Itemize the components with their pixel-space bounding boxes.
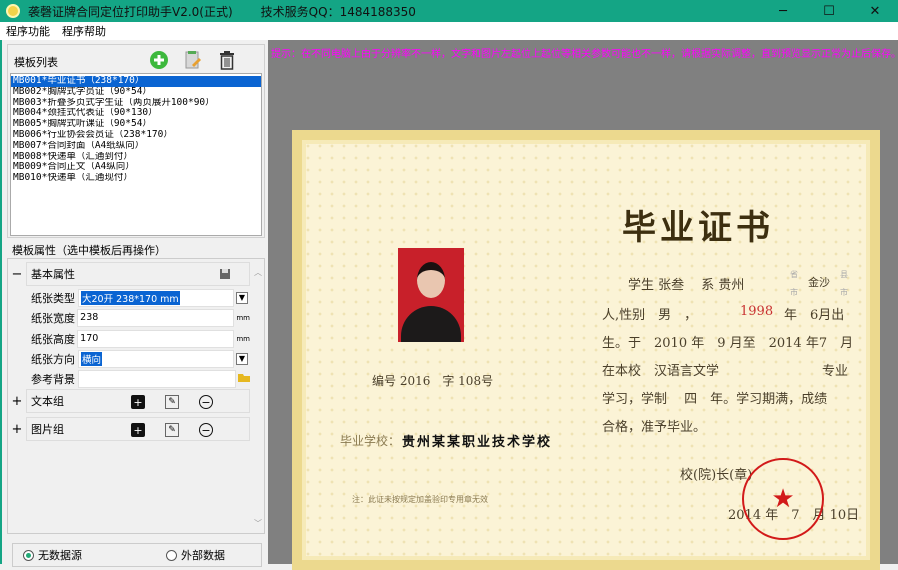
cert-number: 编号 2016 字 108号 <box>372 374 494 388</box>
paper-height-input[interactable]: 170 <box>77 329 235 348</box>
template-list-label: 模板列表 <box>14 56 58 69</box>
properties-label: 模板属性（选中模板后再操作） <box>12 244 166 257</box>
paper-type-value: 大20开 238*170 mm <box>81 290 180 305</box>
maximize-button[interactable]: ☐ <box>806 0 852 22</box>
cert-school-label: 毕业学校： <box>340 434 401 448</box>
cert-line1: 学生 张叁 系 贵州 <box>628 278 745 293</box>
cert-line3: 生。于 2010 年 9 月至 2014 年7 月 <box>602 336 854 351</box>
property-grid: − 基本属性 纸张类型 大20开 238*170 mm ▼ 纸张宽度 238 mm 纸张… <box>7 258 265 534</box>
orientation-label: 纸张方向 <box>31 352 75 366</box>
template-listbox[interactable]: MB001*毕业证书（238*170） MB002*胸牌式学员证（90*54） MB… <box>10 73 262 236</box>
left-panel: 模板列表 MB001*毕业证书（238*170） MB002*胸牌式学员证（90*… <box>0 40 268 567</box>
cert-xian: 县 市 <box>840 270 848 297</box>
background-label: 参考背景 <box>31 372 75 386</box>
chevron-down-icon[interactable]: ▼ <box>236 291 248 304</box>
paper-type-select[interactable]: 大20开 238*170 mm <box>78 288 234 307</box>
seal-stamp: ★ <box>742 458 824 540</box>
app-icon <box>6 4 20 18</box>
template-list-item[interactable]: MB006*行业协会会员证（238*170） <box>11 130 261 141</box>
template-list-item[interactable]: MB008*快递单（汇通到付） <box>11 152 261 163</box>
background-row: 参考背景 <box>26 369 250 388</box>
background-input[interactable] <box>77 369 236 388</box>
radio-label: 外部数据 <box>181 549 225 562</box>
title-bar: 袭磬证牌合同定位打印助手V2.0(正式) 技术服务QQ：1484188350 ─… <box>0 0 898 22</box>
save-icon[interactable] <box>219 268 231 283</box>
paper-width-input[interactable]: 238 <box>77 308 235 327</box>
minimize-button[interactable]: ─ <box>760 0 806 22</box>
stamp-star: ★ <box>771 484 795 514</box>
remove-icon[interactable]: − <box>199 395 213 409</box>
basic-properties-section[interactable]: − 基本属性 <box>8 262 250 286</box>
student-photo <box>398 248 464 342</box>
unit-label: mm <box>236 334 250 343</box>
orientation-value: 横向 <box>81 351 103 366</box>
delete-template-icon[interactable] <box>216 49 238 71</box>
menu-bar: 程序功能 程序帮助 <box>0 22 898 40</box>
template-list-item[interactable]: MB002*胸牌式学员证（90*54） <box>11 87 261 98</box>
cert-school: 贵州某某职业技术学校 <box>402 435 553 450</box>
certificate-title: 毕业证书 <box>622 208 774 248</box>
paper-height-row: 纸张高度 170 mm <box>26 329 250 348</box>
remove-icon[interactable]: − <box>199 423 213 437</box>
cert-line2b: 年 6月出 <box>784 308 845 323</box>
template-list-group: 模板列表 MB001*毕业证书（238*170） MB002*胸牌式学员证（90*… <box>7 44 265 238</box>
unit-label: mm <box>236 313 250 322</box>
radio-label: 无数据源 <box>38 549 82 562</box>
tip-text: 提示：在不同电脑上由于分辨率不一样，文字和图片左起位上起位等相关参数可能也不一样… <box>271 49 898 60</box>
image-group-title: 图片组 <box>31 423 64 436</box>
template-list-item[interactable]: MB009*合同正文（A4纵向） <box>11 162 261 173</box>
menu-program-help[interactable]: 程序帮助 <box>56 23 112 39</box>
paper-type-row: 纸张类型 大20开 238*170 mm ▼ <box>26 288 250 307</box>
preview-area: 提示：在不同电脑上由于分辨率不一样，文字和图片左起位上起位等相关参数可能也不一样… <box>268 40 898 570</box>
text-group-section[interactable]: + 文本组 + ✎ − <box>8 389 250 413</box>
cert-county: 金沙 <box>808 276 830 289</box>
template-list-item[interactable]: MB005*胸牌式听课证（90*54） <box>11 119 261 130</box>
template-list-item[interactable]: MB010*快递单（汇通现付） <box>11 173 261 184</box>
cert-birth-year: 1998 <box>740 304 774 319</box>
add-icon[interactable]: + <box>131 395 145 409</box>
paper-width-row: 纸张宽度 238 mm <box>26 308 250 327</box>
edit-icon[interactable]: ✎ <box>165 395 179 409</box>
add-template-icon[interactable] <box>148 49 170 71</box>
template-list-item[interactable]: MB003*折叠多页式学生证（两页展开100*90） <box>11 98 261 109</box>
close-button[interactable]: ✕ <box>852 0 898 22</box>
image-group-section[interactable]: + 图片组 + ✎ − <box>8 417 250 441</box>
chevron-down-icon[interactable]: ▼ <box>236 352 248 365</box>
paper-type-label: 纸张类型 <box>31 291 75 305</box>
edit-icon[interactable]: ✎ <box>165 423 179 437</box>
template-list-item[interactable]: MB007*合同封面（A4纸纵向） <box>11 141 261 152</box>
expand-icon[interactable]: + <box>8 422 26 437</box>
text-group-title: 文本组 <box>31 395 64 408</box>
support-qq: 技术服务QQ：1484188350 <box>260 4 416 19</box>
add-icon[interactable]: + <box>131 423 145 437</box>
cert-line5: 学习，学制 四 年。学习期满，成绩 <box>602 392 828 407</box>
certificate-preview: 毕业证书 学生 张叁 系 贵州 省 市 金沙 县 市 人,性别 男 ， 1998… <box>292 130 880 570</box>
basic-properties-title: 基本属性 <box>31 268 75 281</box>
scroll-down-icon[interactable]: ﹀ <box>254 518 262 529</box>
cert-line6: 合格，准予毕业。 <box>602 420 707 435</box>
paper-height-label: 纸张高度 <box>31 332 75 346</box>
cert-note: 注：此证未按规定加盖验印专用章无效 <box>352 495 488 504</box>
radio-no-datasource[interactable]: 无数据源 <box>23 547 82 563</box>
orientation-select[interactable]: 横向 <box>78 349 234 368</box>
cert-line2a: 人,性别 男 ， <box>602 308 698 323</box>
radio-external-data[interactable]: 外部数据 <box>166 547 225 563</box>
menu-program-functions[interactable]: 程序功能 <box>0 23 56 39</box>
cert-line4b: 专业 <box>822 364 849 379</box>
template-list-item[interactable]: MB001*毕业证书（238*170） <box>11 76 261 87</box>
scroll-up-icon[interactable]: ︿ <box>254 267 262 278</box>
collapse-icon[interactable]: − <box>8 267 26 282</box>
edit-template-icon[interactable] <box>182 49 204 71</box>
expand-icon[interactable]: + <box>8 394 26 409</box>
folder-icon[interactable] <box>238 372 250 385</box>
orientation-row: 纸张方向 横向 ▼ <box>26 349 250 368</box>
paper-width-label: 纸张宽度 <box>31 311 75 325</box>
cert-province: 省 市 <box>790 270 798 297</box>
cert-principal: 校(院)长(章) <box>680 468 753 483</box>
datasource-group: 无数据源 外部数据 <box>12 543 262 567</box>
template-list-item[interactable]: MB004*颈挂式代表证（90*130） <box>11 108 261 119</box>
window-title: 袭磬证牌合同定位打印助手V2.0(正式) <box>28 4 233 19</box>
cert-line4a: 在本校 汉语言文学 <box>602 364 720 379</box>
